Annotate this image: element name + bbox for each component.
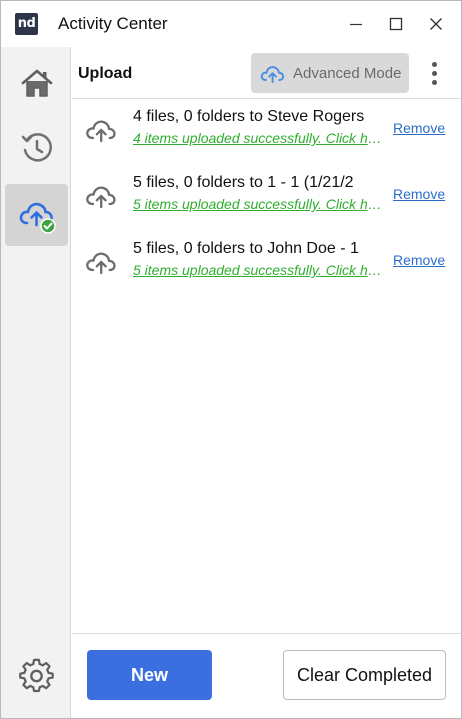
sidebar-item-history[interactable] (5, 117, 68, 179)
section-title: Upload (78, 65, 133, 82)
maximize-button[interactable] (381, 9, 411, 39)
cloud-upload-check-icon (19, 202, 56, 234)
gear-icon (18, 658, 54, 693)
new-button[interactable]: New (87, 650, 212, 700)
upload-status-link[interactable]: 5 items uploaded successfully. Click her… (133, 262, 383, 278)
history-icon (21, 133, 52, 162)
upload-status-link[interactable]: 4 items uploaded successfully. Click her… (133, 130, 383, 146)
home-icon (21, 69, 52, 97)
sidebar (1, 47, 71, 718)
list-item: 5 files, 0 folders to 1 - 1 (1/21/2 5 it… (72, 166, 461, 228)
cloud-upload-icon (259, 61, 287, 85)
more-options-button[interactable] (422, 57, 446, 89)
list-item: 4 files, 0 folders to Steve Rogers 4 ite… (72, 100, 461, 162)
remove-link[interactable]: Remove (393, 186, 445, 202)
close-button[interactable] (421, 9, 451, 39)
title-bar: nd Activity Center (1, 1, 461, 47)
upload-status-link[interactable]: 5 items uploaded successfully. Click her… (133, 196, 383, 212)
minimize-icon (350, 23, 362, 26)
advanced-mode-button[interactable]: Advanced Mode (251, 53, 409, 93)
upload-title: 5 files, 0 folders to John Doe - 1 (133, 240, 359, 257)
cloud-upload-icon (86, 252, 116, 275)
cloud-upload-icon (86, 186, 116, 209)
upload-title: 4 files, 0 folders to Steve Rogers (133, 108, 365, 125)
maximize-icon (389, 17, 403, 31)
sidebar-item-home[interactable] (5, 52, 68, 114)
footer-bar: New Clear Completed (72, 633, 461, 718)
sidebar-item-upload[interactable] (5, 184, 68, 246)
app-logo: nd (15, 13, 38, 35)
window-title: Activity Center (58, 14, 168, 33)
activity-center-window: nd Activity Center Upload Advanced Mode … (0, 0, 462, 719)
remove-link[interactable]: Remove (393, 120, 445, 136)
advanced-mode-label: Advanced Mode (293, 64, 402, 82)
close-icon (430, 18, 442, 30)
upload-title: 5 files, 0 folders to 1 - 1 (1/21/2 (133, 174, 354, 191)
sidebar-item-settings[interactable] (5, 645, 68, 707)
more-vertical-icon (431, 61, 437, 67)
remove-link[interactable]: Remove (393, 252, 445, 268)
upload-toolbar: Upload Advanced Mode (72, 47, 461, 99)
list-item: 5 files, 0 folders to John Doe - 1 5 ite… (72, 232, 461, 294)
cloud-upload-icon (86, 120, 116, 143)
minimize-button[interactable] (341, 9, 371, 39)
clear-completed-button[interactable]: Clear Completed (283, 650, 446, 700)
upload-list: 4 files, 0 folders to Steve Rogers 4 ite… (72, 100, 461, 633)
